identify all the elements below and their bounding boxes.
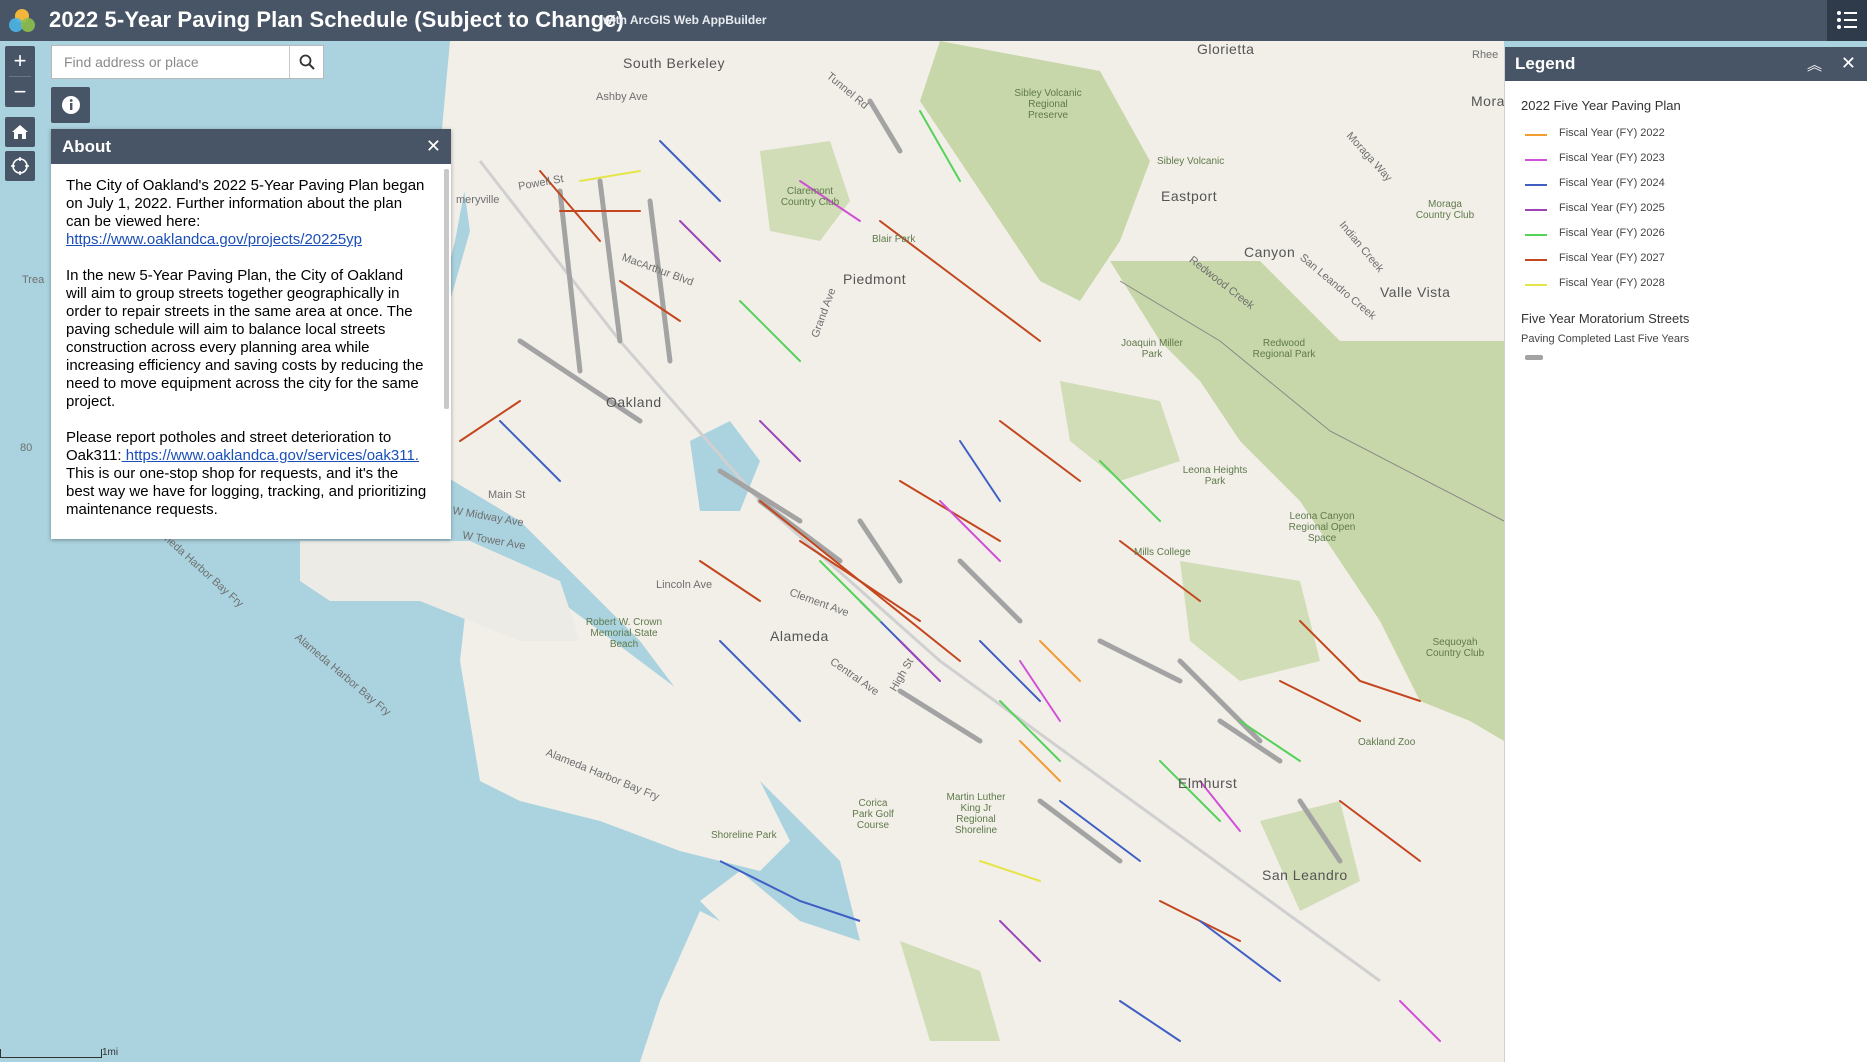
map-label-alameda: Alameda — [770, 628, 829, 644]
legend-item-label: Fiscal Year (FY) 2025 — [1559, 202, 1665, 214]
map-label-south-berkeley: South Berkeley — [623, 55, 725, 71]
zoom-out-button[interactable]: − — [5, 77, 35, 107]
legend-swatch — [1525, 209, 1547, 211]
map-label-mills-college: Mills College — [1134, 547, 1191, 558]
map-label-sibley: Sibley Volcanic Regional Preserve — [1014, 88, 1082, 121]
legend-swatch — [1525, 159, 1547, 161]
legend-item-label: Fiscal Year (FY) 2026 — [1559, 227, 1665, 239]
map-label-rheem: Rhee — [1472, 49, 1499, 61]
map-label-elmhurst: Elmhurst — [1178, 775, 1238, 791]
legend-section-paving-plan: 2022 Five Year Paving Plan — [1521, 98, 1681, 113]
map-label-moraga: Moraga — [1471, 93, 1504, 109]
app-subtitle: with ArcGIS Web AppBuilder — [603, 13, 767, 27]
map-label-joaquin-miller: Joaquin Miller Park — [1121, 338, 1183, 360]
map-label-eastport: Eastport — [1161, 188, 1218, 204]
port-land — [300, 541, 580, 641]
legend-item-label: Fiscal Year (FY) 2028 — [1559, 277, 1665, 289]
map-label-leona-heights: Leona Heights Park — [1182, 465, 1248, 487]
about-scrollbar[interactable] — [444, 169, 449, 409]
legend-panel-header: Legend ︽ ✕ — [1505, 47, 1867, 81]
about-panel: About ✕ The City of Oakland's 2022 5-Yea… — [51, 129, 451, 539]
zoom-controls: + − — [5, 46, 35, 107]
map-label-corica: Corica Park Golf Course — [852, 798, 894, 831]
map-label-piedmont: Piedmont — [843, 271, 907, 287]
map-label-oakland-zoo: Oakland Zoo — [1358, 737, 1416, 748]
scale-label: 1mi — [102, 1047, 119, 1058]
widget-list-button[interactable] — [1827, 0, 1867, 41]
legend-swatch — [1525, 184, 1547, 186]
map-label-lincoln: Lincoln Ave — [656, 579, 713, 591]
map-label-glorietta: Glorietta — [1197, 41, 1255, 57]
map-label-sequoyah: Sequoyah Country Club — [1425, 637, 1485, 659]
scale-bar: 1mi — [0, 1047, 118, 1061]
legend-swatch — [1525, 234, 1547, 236]
close-icon[interactable]: ✕ — [1841, 53, 1856, 74]
legend-section-moratorium: Five Year Moratorium Streets — [1521, 311, 1690, 326]
map-label-redwood-park: Redwood Regional Park — [1252, 338, 1316, 360]
collapse-icon[interactable]: ︽ — [1807, 54, 1822, 75]
legend-swatch — [1525, 134, 1547, 136]
map-label-robert-crown: Robert W. Crown Memorial State Beach — [585, 617, 663, 650]
moratorium-swatch — [1525, 355, 1543, 360]
about-paragraph-2: In the new 5-Year Paving Plan, the City … — [66, 267, 424, 410]
map-label-moraga-cc: Moraga Country Club — [1415, 199, 1475, 221]
map-label-san-leandro: San Leandro — [1262, 867, 1348, 883]
app-title: 2022 5-Year Paving Plan Schedule (Subjec… — [49, 7, 624, 32]
map-label-ashby: Ashby Ave — [596, 91, 648, 103]
about-panel-body: The City of Oakland's 2022 5-Year Paving… — [51, 164, 441, 539]
map-label-treasure: Trea — [22, 274, 45, 286]
home-icon — [12, 125, 28, 139]
map-label-main-st: Main St — [488, 489, 526, 501]
legend-item-label: Fiscal Year (FY) 2024 — [1559, 177, 1665, 189]
legend-swatch — [1525, 284, 1547, 286]
map-label-valle-vista: Valle Vista — [1380, 284, 1451, 300]
about-panel-header: About ✕ — [51, 129, 451, 164]
map-label-emeryville: meryville — [456, 194, 500, 206]
legend-item-label: Fiscal Year (FY) 2027 — [1559, 252, 1665, 264]
app-header: 2022 5-Year Paving Plan Schedule (Subjec… — [0, 0, 1867, 41]
about-widget-button[interactable] — [51, 87, 90, 123]
search-widget — [51, 45, 324, 79]
map-label-blair-park: Blair Park — [872, 234, 916, 245]
locate-button[interactable] — [5, 151, 35, 181]
map-label-oakland: Oakland — [606, 394, 662, 410]
search-input[interactable] — [52, 46, 290, 78]
info-icon — [61, 96, 80, 114]
about-paragraph-1: The City of Oakland's 2022 5-Year Paving… — [66, 177, 425, 248]
legend-item-label: Fiscal Year (FY) 2023 — [1559, 152, 1665, 164]
oak311-link[interactable]: https://www.oaklandca.gov/services/oak31… — [122, 447, 419, 464]
app-logo-icon — [9, 9, 35, 32]
legend-swatch — [1525, 259, 1547, 261]
map-label-leona-canyon: Leona Canyon Regional Open Space — [1288, 511, 1356, 544]
map-label-shoreline-park: Shoreline Park — [711, 830, 777, 841]
about-paragraph-3: Please report potholes and street deteri… — [66, 429, 427, 518]
list-menu-icon — [1837, 11, 1857, 29]
legend-item-label: Fiscal Year (FY) 2022 — [1559, 127, 1665, 139]
search-icon — [299, 54, 315, 70]
locate-icon — [11, 157, 29, 175]
map-label-hwy80: 80 — [20, 442, 33, 454]
map-label-claremont: Claremont Country Club — [780, 186, 840, 208]
legend-panel-title: Legend — [1515, 54, 1576, 73]
about-panel-title: About — [62, 137, 112, 156]
home-button[interactable] — [5, 117, 35, 147]
legend-panel: Legend ︽ ✕ 2022 Five Year Paving Plan Fi… — [1504, 47, 1867, 1062]
map-label-canyon: Canyon — [1244, 244, 1296, 260]
map-label-mlk-shoreline: Martin Luther King Jr Regional Shoreline — [946, 792, 1006, 836]
projects-link[interactable]: https://www.oaklandca.gov/projects/20225… — [66, 231, 362, 248]
map-label-sibley-2: Sibley Volcanic — [1157, 156, 1225, 167]
close-icon[interactable]: ✕ — [426, 136, 441, 157]
zoom-in-button[interactable]: + — [5, 46, 35, 76]
search-button[interactable] — [289, 46, 323, 78]
